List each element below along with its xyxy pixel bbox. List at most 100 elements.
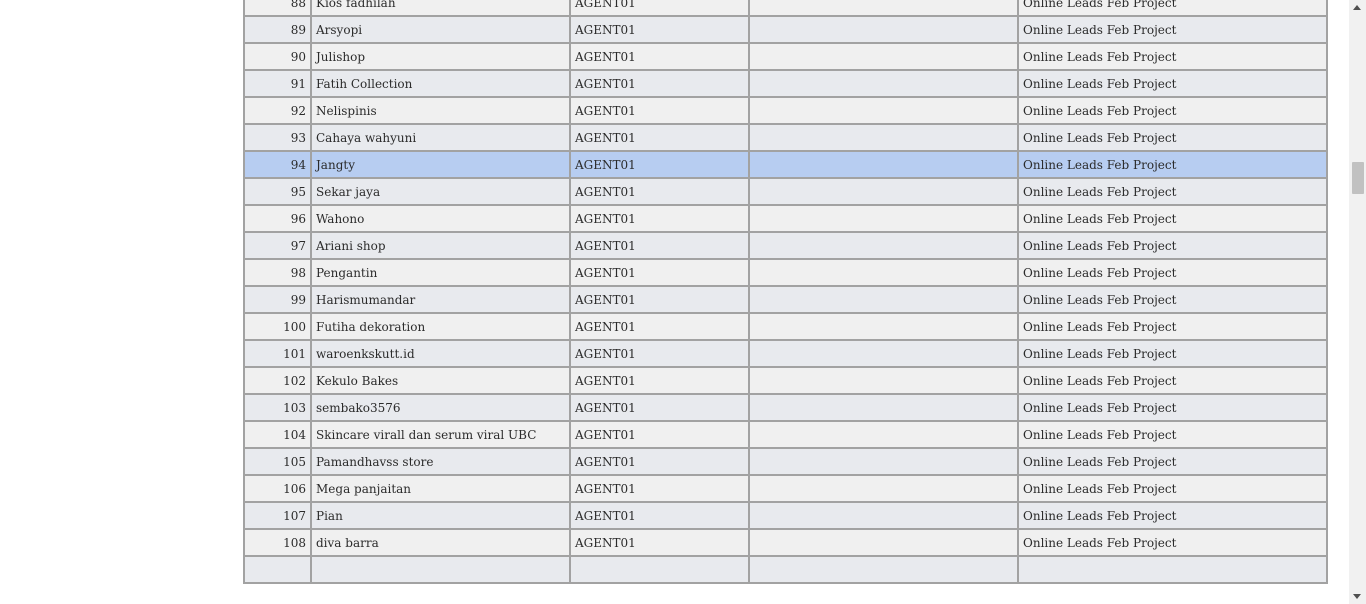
cell-name[interactable]: Futiha dekoration	[310, 312, 571, 341]
cell-agent[interactable]	[569, 555, 750, 584]
cell-name[interactable]: Pengantin	[310, 258, 571, 287]
vertical-scrollbar[interactable]	[1349, 0, 1366, 604]
cell-empty[interactable]	[748, 231, 1019, 260]
cell-row-number[interactable]: 92	[243, 96, 312, 125]
table-row[interactable]: 90 Julishop AGENT01 Online Leads Feb Projec…	[243, 42, 1328, 71]
cell-name[interactable]: waroenkskutt.id	[310, 339, 571, 368]
cell-row-number[interactable]: 103	[243, 393, 312, 422]
table-row[interactable]: 103 sembako3576 AGENT01 Online Leads Feb Pr…	[243, 393, 1328, 422]
cell-empty[interactable]	[748, 312, 1019, 341]
cell-agent[interactable]: AGENT01	[569, 15, 750, 44]
cell-name[interactable]: Skincare virall dan serum viral UBC	[310, 420, 571, 449]
cell-agent[interactable]: AGENT01	[569, 366, 750, 395]
cell-project[interactable]: Online Leads Feb Project	[1017, 96, 1328, 125]
scroll-thumb[interactable]	[1352, 162, 1364, 194]
cell-empty[interactable]	[748, 258, 1019, 287]
cell-agent[interactable]: AGENT01	[569, 231, 750, 260]
cell-row-number[interactable]: 91	[243, 69, 312, 98]
cell-row-number[interactable]: 102	[243, 366, 312, 395]
cell-empty[interactable]	[748, 69, 1019, 98]
cell-empty[interactable]	[748, 177, 1019, 206]
cell-row-number[interactable]: 101	[243, 339, 312, 368]
scroll-up-arrow-icon[interactable]	[1353, 5, 1361, 10]
cell-name[interactable]: Kekulo Bakes	[310, 366, 571, 395]
cell-project[interactable]: Online Leads Feb Project	[1017, 501, 1328, 530]
table-row[interactable]: 101 waroenkskutt.id AGENT01 Online Leads Fe…	[243, 339, 1328, 368]
cell-empty[interactable]	[748, 0, 1019, 17]
cell-empty[interactable]	[748, 42, 1019, 71]
table-row[interactable]: 89 Arsyopi AGENT01 Online Leads Feb Project	[243, 15, 1328, 44]
cell-empty[interactable]	[748, 96, 1019, 125]
cell-agent[interactable]: AGENT01	[569, 393, 750, 422]
cell-row-number[interactable]: 96	[243, 204, 312, 233]
cell-agent[interactable]: AGENT01	[569, 69, 750, 98]
cell-row-number[interactable]: 94	[243, 150, 312, 179]
cell-row-number[interactable]: 98	[243, 258, 312, 287]
cell-project[interactable]: Online Leads Feb Project	[1017, 258, 1328, 287]
cell-project[interactable]: Online Leads Feb Project	[1017, 42, 1328, 71]
table-row[interactable]: 108 diva barra AGENT01 Online Leads Feb Pro…	[243, 528, 1328, 557]
cell-row-number[interactable]: 90	[243, 42, 312, 71]
cell-empty[interactable]	[748, 393, 1019, 422]
cell-row-number[interactable]: 100	[243, 312, 312, 341]
cell-agent[interactable]: AGENT01	[569, 447, 750, 476]
cell-empty[interactable]	[748, 339, 1019, 368]
cell-empty[interactable]	[748, 15, 1019, 44]
cell-empty[interactable]	[748, 366, 1019, 395]
cell-project[interactable]: Online Leads Feb Project	[1017, 123, 1328, 152]
cell-agent[interactable]: AGENT01	[569, 420, 750, 449]
cell-empty[interactable]	[748, 447, 1019, 476]
cell-row-number[interactable]: 108	[243, 528, 312, 557]
cell-row-number[interactable]: 97	[243, 231, 312, 260]
table-row[interactable]: 98 Pengantin AGENT01 Online Leads Feb Proje…	[243, 258, 1328, 287]
table-row[interactable]: 91 Fatih Collection AGENT01 Online Leads Fe…	[243, 69, 1328, 98]
cell-name[interactable]: Mega panjaitan	[310, 474, 571, 503]
cell-project[interactable]: Online Leads Feb Project	[1017, 0, 1328, 17]
cell-project[interactable]	[1017, 555, 1328, 584]
table-row[interactable]: 97 Ariani shop AGENT01 Online Leads Feb Pro…	[243, 231, 1328, 260]
cell-project[interactable]: Online Leads Feb Project	[1017, 150, 1328, 179]
table-row[interactable]: 95 Sekar jaya AGENT01 Online Leads Feb Proj…	[243, 177, 1328, 206]
cell-empty[interactable]	[748, 204, 1019, 233]
cell-name[interactable]: Wahono	[310, 204, 571, 233]
cell-agent[interactable]: AGENT01	[569, 285, 750, 314]
cell-empty[interactable]	[748, 501, 1019, 530]
cell-project[interactable]: Online Leads Feb Project	[1017, 528, 1328, 557]
table-row[interactable]: 94 Jangty AGENT01 Online Leads Feb Project	[243, 150, 1328, 179]
cell-agent[interactable]: AGENT01	[569, 339, 750, 368]
cell-agent[interactable]: AGENT01	[569, 150, 750, 179]
table-row[interactable]: 96 Wahono AGENT01 Online Leads Feb Project	[243, 204, 1328, 233]
cell-name[interactable]: diva barra	[310, 528, 571, 557]
cell-empty[interactable]	[748, 474, 1019, 503]
cell-row-number[interactable]: 93	[243, 123, 312, 152]
table-row[interactable]: 105 Pamandhavss store AGENT01 Online Leads …	[243, 447, 1328, 476]
cell-name[interactable]: Ariani shop	[310, 231, 571, 260]
cell-row-number[interactable]: 99	[243, 285, 312, 314]
table-row[interactable]: 102 Kekulo Bakes AGENT01 Online Leads Feb P…	[243, 366, 1328, 395]
cell-name[interactable]	[310, 555, 571, 584]
cell-name[interactable]: Julishop	[310, 42, 571, 71]
cell-project[interactable]: Online Leads Feb Project	[1017, 366, 1328, 395]
cell-row-number[interactable]	[243, 555, 312, 584]
cell-agent[interactable]: AGENT01	[569, 204, 750, 233]
cell-project[interactable]: Online Leads Feb Project	[1017, 393, 1328, 422]
cell-name[interactable]: Arsyopi	[310, 15, 571, 44]
cell-name[interactable]: Harismumandar	[310, 285, 571, 314]
cell-name[interactable]: Fatih Collection	[310, 69, 571, 98]
cell-project[interactable]: Online Leads Feb Project	[1017, 177, 1328, 206]
cell-row-number[interactable]: 106	[243, 474, 312, 503]
cell-agent[interactable]: AGENT01	[569, 177, 750, 206]
cell-project[interactable]: Online Leads Feb Project	[1017, 69, 1328, 98]
table-row[interactable]: 92 Nelispinis AGENT01 Online Leads Feb Proj…	[243, 96, 1328, 125]
cell-project[interactable]: Online Leads Feb Project	[1017, 15, 1328, 44]
cell-agent[interactable]: AGENT01	[569, 258, 750, 287]
cell-empty[interactable]	[748, 555, 1019, 584]
cell-project[interactable]: Online Leads Feb Project	[1017, 204, 1328, 233]
cell-project[interactable]: Online Leads Feb Project	[1017, 339, 1328, 368]
cell-name[interactable]: Kios fadhilah	[310, 0, 571, 17]
cell-agent[interactable]: AGENT01	[569, 474, 750, 503]
table-row[interactable]	[243, 555, 1328, 584]
cell-project[interactable]: Online Leads Feb Project	[1017, 420, 1328, 449]
cell-project[interactable]: Online Leads Feb Project	[1017, 447, 1328, 476]
cell-empty[interactable]	[748, 123, 1019, 152]
